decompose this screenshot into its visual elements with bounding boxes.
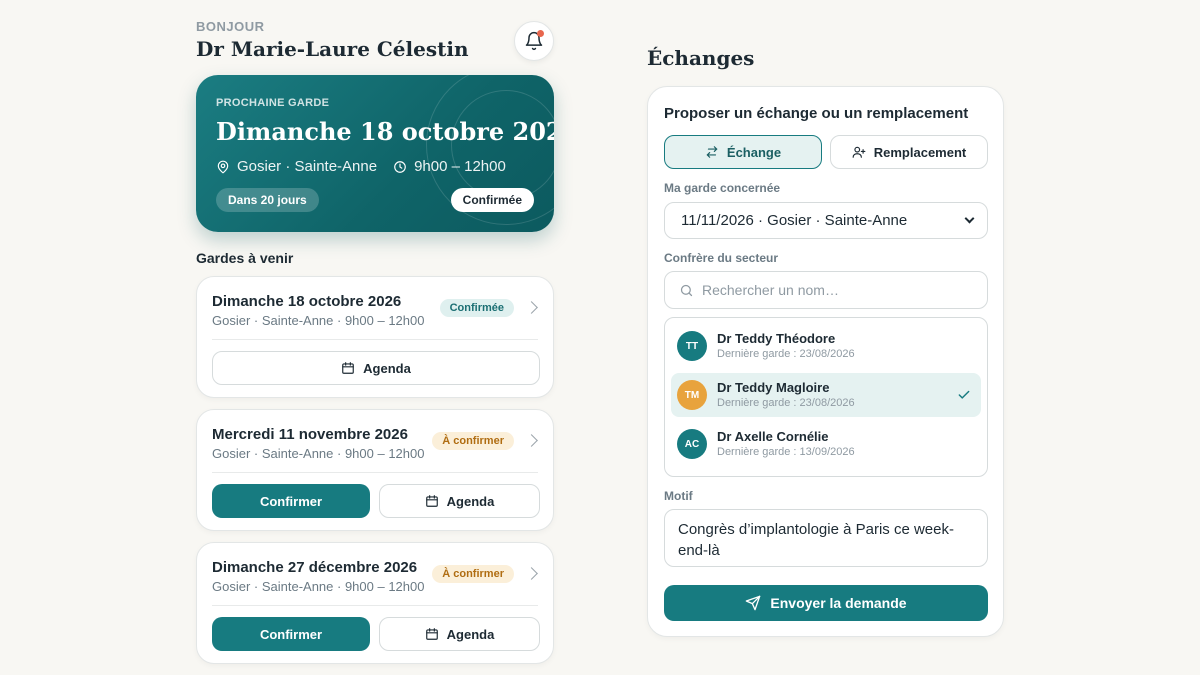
next-shift-date: Dimanche 18 octobre 2026: [216, 117, 554, 146]
colleague-item[interactable]: TM Dr Teddy Magloire Dernière garde : 23…: [671, 373, 981, 417]
chevron-right-icon[interactable]: [525, 434, 538, 447]
notifications-button[interactable]: [514, 21, 554, 61]
form-title: Proposer un échange ou un remplacement: [664, 105, 969, 122]
confirm-button[interactable]: Confirmer: [212, 484, 370, 518]
colleague-item[interactable]: TT Dr Teddy Théodore Dernière garde : 23…: [671, 324, 981, 368]
user-plus-icon: [852, 145, 866, 159]
send-request-label: Envoyer la demande: [770, 595, 907, 611]
divider: [212, 472, 538, 473]
chevron-right-icon[interactable]: [525, 301, 538, 314]
shift-select[interactable]: 11/11/2026 · Gosier · Sainte-Anne: [664, 202, 988, 239]
colleague-search[interactable]: [664, 271, 988, 309]
search-input[interactable]: [702, 282, 962, 298]
search-icon: [679, 283, 694, 298]
swap-icon: [705, 145, 719, 159]
notification-dot: [537, 30, 544, 37]
colleague-label: Confrère du secteur: [664, 251, 779, 265]
avatar: TT: [677, 331, 707, 361]
colleague-name: Dr Teddy Magloire: [717, 380, 830, 395]
chevron-right-icon[interactable]: [525, 567, 538, 580]
location-pin-icon: [216, 160, 230, 174]
next-shift-hours: 9h00 – 12h00: [414, 158, 506, 175]
exchange-toggle[interactable]: Échange: [664, 135, 822, 169]
check-icon: [957, 388, 971, 407]
divider: [212, 339, 538, 340]
status-badge: Confirmée: [439, 299, 514, 317]
shift-select-label: Ma garde concernée: [664, 181, 781, 195]
shift-details: Gosier · Sainte-Anne · 9h00 – 12h00: [212, 446, 425, 461]
confirm-button[interactable]: Confirmer: [212, 617, 370, 651]
agenda-button[interactable]: Agenda: [379, 617, 540, 651]
replacement-toggle-label: Remplacement: [873, 144, 967, 160]
agenda-button[interactable]: Agenda: [212, 351, 540, 385]
reason-label: Motif: [664, 489, 693, 503]
next-shift-kicker: PROCHAINE GARDE: [216, 97, 330, 109]
next-shift-location: Gosier · Sainte-Anne: [237, 158, 378, 175]
reason-textarea[interactable]: Congrès d’implantologie à Paris ce week-…: [664, 509, 988, 567]
colleague-last-shift: Dernière garde : 23/08/2026: [717, 397, 855, 409]
colleague-item[interactable]: AC Dr Axelle Cornélie Dernière garde : 1…: [671, 422, 981, 466]
shift-card[interactable]: Mercredi 11 novembre 2026 Gosier · Saint…: [196, 409, 554, 531]
shift-card[interactable]: Dimanche 18 octobre 2026 Gosier · Sainte…: [196, 276, 554, 398]
countdown-badge: Dans 20 jours: [216, 188, 319, 212]
colleague-name: Dr Axelle Cornélie: [717, 429, 829, 444]
send-icon: [745, 595, 761, 611]
colleague-last-shift: Dernière garde : 13/09/2026: [717, 446, 855, 458]
exchange-form: Proposer un échange ou un remplacement É…: [647, 86, 1004, 637]
calendar-icon: [425, 627, 439, 641]
shift-details: Gosier · Sainte-Anne · 9h00 – 12h00: [212, 579, 425, 594]
confirm-label: Confirmer: [259, 493, 323, 509]
calendar-icon: [341, 361, 355, 375]
upcoming-title: Gardes à venir: [196, 250, 294, 266]
send-request-button[interactable]: Envoyer la demande: [664, 585, 988, 621]
agenda-label: Agenda: [363, 360, 411, 376]
shift-date: Dimanche 27 décembre 2026: [212, 559, 418, 576]
clock-icon: [393, 160, 407, 174]
shift-select-value: 11/11/2026 · Gosier · Sainte-Anne: [681, 212, 908, 229]
greeting: BONJOUR: [196, 19, 265, 34]
replacement-toggle[interactable]: Remplacement: [830, 135, 988, 169]
agenda-label: Agenda: [446, 493, 495, 509]
shift-date: Dimanche 18 octobre 2026: [212, 293, 402, 310]
chevron-down-icon: [964, 213, 975, 224]
colleague-list: TT Dr Teddy Théodore Dernière garde : 23…: [664, 317, 988, 477]
shift-card[interactable]: Dimanche 27 décembre 2026 Gosier · Saint…: [196, 542, 554, 664]
agenda-button[interactable]: Agenda: [379, 484, 540, 518]
shift-details: Gosier · Sainte-Anne · 9h00 – 12h00: [212, 313, 425, 328]
status-badge: À confirmer: [432, 565, 514, 583]
exchanges-title: Échanges: [647, 46, 755, 70]
avatar: TM: [677, 380, 707, 410]
status-badge: Confirmée: [450, 188, 534, 212]
divider: [212, 605, 538, 606]
next-shift-meta: Gosier · Sainte-Anne 9h00 – 12h00: [216, 158, 522, 175]
colleague-last-shift: Dernière garde : 23/08/2026: [717, 348, 855, 360]
shift-date: Mercredi 11 novembre 2026: [212, 426, 408, 443]
exchange-toggle-label: Échange: [726, 144, 782, 160]
colleague-name: Dr Teddy Théodore: [717, 331, 836, 346]
next-shift-card[interactable]: PROCHAINE GARDE Dimanche 18 octobre 2026…: [196, 75, 554, 232]
confirm-label: Confirmer: [259, 626, 323, 642]
calendar-icon: [425, 494, 439, 508]
doctor-name: Dr Marie-Laure Célestin: [196, 37, 469, 61]
avatar: AC: [677, 429, 707, 459]
status-badge: À confirmer: [432, 432, 514, 450]
agenda-label: Agenda: [446, 626, 495, 642]
